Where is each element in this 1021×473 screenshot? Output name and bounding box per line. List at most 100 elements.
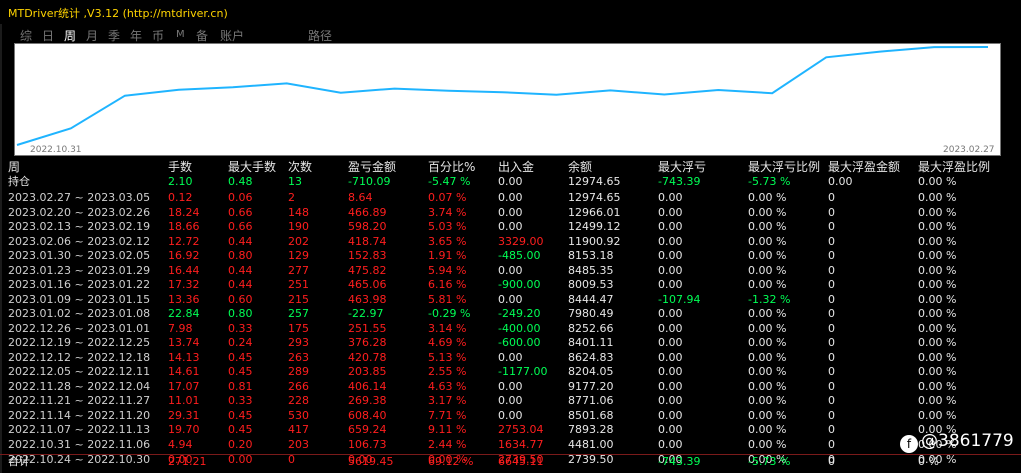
cell-max-float-profit: 0 bbox=[828, 278, 835, 292]
period-tabs: 综 日 周 月 季 年 币 M 备 账户 路径 bbox=[0, 24, 1021, 44]
cell-max-float-loss: 0.00 bbox=[658, 249, 683, 263]
table-row: 2023.02.13 ~ 2023.02.19 18.66 0.66 190 598.2… bbox=[0, 220, 1021, 233]
total-label: 合计 bbox=[8, 455, 30, 468]
cell-deposit: 0.00 bbox=[498, 263, 523, 277]
tab-summary[interactable]: 综 bbox=[20, 27, 32, 44]
cell-trades: 203 bbox=[288, 438, 309, 451]
header-max-float-profit: 最大浮盈金额 bbox=[828, 160, 901, 174]
cell-period: 2022.11.21 ~ 2022.11.27 bbox=[8, 394, 151, 408]
cell-max-float-loss-pct: 0.00 % bbox=[748, 234, 787, 248]
cell-pnl: 8.64 bbox=[348, 191, 373, 204]
position-max-lots: 0.48 bbox=[228, 175, 253, 188]
cell-percent: 3.17 % bbox=[428, 394, 467, 408]
tab-path[interactable]: 路径 bbox=[308, 27, 332, 44]
table-row: 2022.12.05 ~ 2022.12.11 14.61 0.45 289 203.8… bbox=[0, 365, 1021, 378]
cell-balance: 8501.68 bbox=[568, 408, 614, 422]
cell-lots: 11.01 bbox=[168, 394, 200, 408]
cell-balance: 12974.65 bbox=[568, 191, 621, 204]
cell-period: 2022.12.26 ~ 2023.01.01 bbox=[8, 321, 151, 335]
cell-max-float-loss: 0.00 bbox=[658, 438, 683, 451]
cell-max-float-profit: 0 bbox=[828, 292, 835, 306]
cell-max-float-loss-pct: 0.00 % bbox=[748, 336, 787, 350]
cell-max-lots: 0.45 bbox=[228, 350, 253, 364]
cell-deposit: 0.00 bbox=[498, 394, 523, 408]
cell-max-float-profit: 0 bbox=[828, 408, 835, 422]
total-row: 合计 271.21 5619.45 69.12 % 6645.11 -743.39 -5.7… bbox=[0, 455, 1021, 468]
table-row: 2022.11.21 ~ 2022.11.27 11.01 0.33 228 269.3… bbox=[0, 394, 1021, 407]
position-max-float-loss: -743.39 bbox=[658, 175, 701, 188]
cell-max-float-profit: 0 bbox=[828, 191, 835, 204]
cell-percent: 5.81 % bbox=[428, 292, 467, 306]
tab-yearly[interactable]: 年 bbox=[130, 27, 142, 44]
cell-max-float-profit-pct: 0.00 % bbox=[918, 307, 957, 321]
tab-magic[interactable]: M bbox=[176, 29, 185, 40]
cell-max-float-loss-pct: 0.00 % bbox=[748, 321, 787, 335]
table-row: 2023.01.23 ~ 2023.01.29 16.44 0.44 277 475.8… bbox=[0, 264, 1021, 277]
cell-percent: 3.65 % bbox=[428, 234, 467, 248]
cell-trades: 148 bbox=[288, 205, 309, 219]
cell-balance: 8204.05 bbox=[568, 365, 614, 379]
cell-max-float-loss-pct: 0.00 % bbox=[748, 263, 787, 277]
cell-max-float-loss-pct: 0.00 % bbox=[748, 365, 787, 379]
cell-trades: 293 bbox=[288, 336, 309, 350]
cell-deposit: 1634.77 bbox=[498, 438, 544, 451]
cell-max-float-loss-pct: 0.00 % bbox=[748, 394, 787, 408]
cell-percent: 9.11 % bbox=[428, 423, 467, 437]
table-row: 2023.02.20 ~ 2023.02.26 18.24 0.66 148 466.8… bbox=[0, 206, 1021, 219]
cell-pnl: 463.98 bbox=[348, 292, 387, 306]
cell-max-float-loss-pct: 0.00 % bbox=[748, 408, 787, 422]
tab-account[interactable]: 账户 bbox=[220, 27, 244, 44]
cell-max-float-loss: 0.00 bbox=[658, 321, 683, 335]
cell-balance: 7980.49 bbox=[568, 307, 614, 321]
cell-deposit: -400.00 bbox=[498, 321, 541, 335]
cell-lots: 14.61 bbox=[168, 365, 200, 379]
cell-max-float-loss-pct: -1.32 % bbox=[748, 292, 791, 306]
cell-max-float-profit-pct: 0.00 % bbox=[918, 394, 957, 408]
position-max-float-profit-pct: 0.00 % bbox=[918, 175, 957, 188]
chart-x-start-label: 2022.10.31 bbox=[30, 145, 82, 155]
tab-currency[interactable]: 币 bbox=[152, 27, 164, 44]
cell-pnl: 466.89 bbox=[348, 205, 387, 219]
cell-max-float-loss-pct: 0.00 % bbox=[748, 379, 787, 393]
cell-trades: 215 bbox=[288, 292, 309, 306]
cell-max-float-profit-pct: 0.00 % bbox=[918, 350, 957, 364]
cell-lots: 16.44 bbox=[168, 263, 200, 277]
cell-percent: 2.44 % bbox=[428, 438, 467, 451]
cell-max-lots: 0.66 bbox=[228, 205, 253, 219]
cell-max-lots: 0.20 bbox=[228, 438, 253, 451]
cell-pnl: 106.73 bbox=[348, 438, 387, 451]
cell-trades: 129 bbox=[288, 249, 309, 263]
cell-max-float-loss-pct: 0.00 % bbox=[748, 423, 787, 437]
watermark-handle: @3861779 bbox=[921, 431, 1014, 451]
cell-balance: 7893.28 bbox=[568, 423, 614, 437]
cell-max-float-profit-pct: 0.00 % bbox=[918, 379, 957, 393]
tab-notes[interactable]: 备 bbox=[196, 27, 208, 44]
total-pnl: 5619.45 bbox=[348, 455, 394, 468]
tab-quarterly[interactable]: 季 bbox=[108, 27, 120, 44]
total-max-float-loss: -743.39 bbox=[658, 455, 701, 468]
cell-deposit: 3329.00 bbox=[498, 234, 544, 248]
position-row: 持仓 2.10 0.48 13 -710.09 -5.47 % 0.00 12974.65 -7… bbox=[0, 175, 1021, 188]
cell-lots: 13.74 bbox=[168, 336, 200, 350]
table-row: 2023.02.06 ~ 2023.02.12 12.72 0.44 202 418.7… bbox=[0, 235, 1021, 248]
tab-daily[interactable]: 日 bbox=[42, 27, 54, 44]
cell-lots: 29.31 bbox=[168, 408, 200, 422]
tab-monthly[interactable]: 月 bbox=[86, 27, 98, 44]
cell-pnl: -22.97 bbox=[348, 307, 384, 321]
cell-lots: 7.98 bbox=[168, 321, 193, 335]
position-max-float-profit: 0.00 bbox=[828, 175, 853, 188]
cell-max-float-profit-pct: 0.00 % bbox=[918, 220, 957, 234]
cell-max-float-loss: 0.00 bbox=[658, 350, 683, 364]
tab-weekly[interactable]: 周 bbox=[64, 27, 76, 44]
cell-period: 2023.02.06 ~ 2023.02.12 bbox=[8, 234, 151, 248]
cell-max-float-loss: 0.00 bbox=[658, 205, 683, 219]
cell-max-float-loss: 0.00 bbox=[658, 379, 683, 393]
cell-period: 2022.11.14 ~ 2022.11.20 bbox=[8, 408, 151, 422]
cell-trades: 175 bbox=[288, 321, 309, 335]
cell-pnl: 251.55 bbox=[348, 321, 387, 335]
cell-period: 2022.10.31 ~ 2022.11.06 bbox=[8, 438, 151, 451]
cell-pnl: 418.74 bbox=[348, 234, 387, 248]
table-row: 2022.11.14 ~ 2022.11.20 29.31 0.45 530 608.4… bbox=[0, 409, 1021, 422]
cell-max-float-loss-pct: 0.00 % bbox=[748, 278, 787, 292]
cell-max-lots: 0.06 bbox=[228, 191, 253, 204]
